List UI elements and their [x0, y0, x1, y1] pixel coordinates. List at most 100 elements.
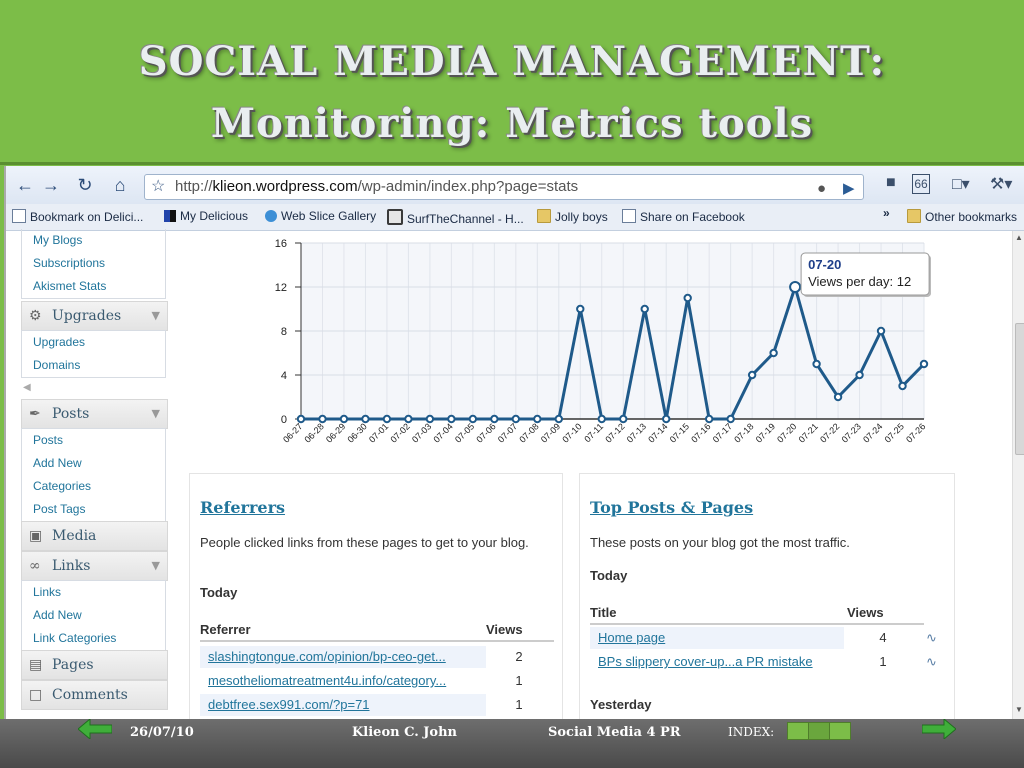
- data-point[interactable]: [404, 414, 413, 424]
- sidebar-item-links[interactable]: Links: [22, 581, 165, 604]
- address-bar[interactable]: ☆ http://klieon.wordpress.com/wp-admin/i…: [144, 174, 864, 200]
- reload-icon[interactable]: ↻: [72, 174, 98, 196]
- page-menu-icon[interactable]: □▾: [952, 174, 970, 194]
- referrers-title[interactable]: Referrers: [200, 498, 285, 517]
- wrench-icon[interactable]: ⚒▾: [990, 174, 1012, 194]
- sidebar-menu-pages[interactable]: ▤ Pages: [21, 650, 168, 680]
- highlighted-data-point[interactable]: [789, 281, 802, 293]
- data-point[interactable]: [468, 414, 478, 424]
- bookmark-surfthechannel[interactable]: SurfTheChannel - H...: [387, 209, 524, 226]
- referrer-link[interactable]: debtfree.sex991.com/?p=71: [200, 694, 370, 716]
- sidebar-item-akismet-stats[interactable]: Akismet Stats: [22, 275, 165, 298]
- page-info-icon[interactable]: ●: [817, 177, 826, 201]
- data-point[interactable]: [619, 414, 628, 424]
- url-prefix: http://: [175, 178, 213, 195]
- sidebar-menu-comments[interactable]: □ Comments: [21, 680, 168, 710]
- scroll-down-arrow-icon[interactable]: ▼: [1015, 705, 1023, 714]
- bookmark-my-delicious[interactable]: My Delicious: [164, 209, 248, 223]
- bookmark-share-facebook[interactable]: Share on Facebook: [622, 209, 745, 224]
- collapse-menu-icon[interactable]: ◀: [23, 382, 31, 393]
- data-point[interactable]: [876, 326, 886, 336]
- data-point[interactable]: [296, 414, 306, 424]
- sidebar-item-posts[interactable]: Posts: [22, 429, 165, 452]
- counter-extension-icon[interactable]: 66: [912, 174, 930, 194]
- bookmark-delicious-share[interactable]: Bookmark on Delici...: [12, 209, 143, 224]
- data-point[interactable]: [597, 414, 606, 424]
- data-point[interactable]: [318, 414, 327, 424]
- more-bookmarks-chevron[interactable]: »: [883, 206, 890, 220]
- sidebar-item-link-categories[interactable]: Link Categories: [22, 627, 165, 650]
- data-point[interactable]: [855, 370, 864, 380]
- home-icon[interactable]: ⌂: [107, 174, 133, 196]
- sidebar-item-my-blogs[interactable]: My Blogs: [22, 229, 165, 252]
- trend-chart-icon[interactable]: ∿: [926, 627, 937, 649]
- data-point[interactable]: [576, 304, 585, 314]
- data-point[interactable]: [898, 381, 907, 391]
- wp-admin-sidebar: My Blogs Subscriptions Akismet Stats ⚙ U…: [6, 229, 170, 719]
- scrollbar-thumb[interactable]: [1015, 323, 1024, 455]
- footer-date: 26/07/10: [130, 725, 194, 740]
- browser-screenshot: ← → ↻ ⌂ ☆ http://klieon.wordpress.com/wp…: [4, 166, 1024, 719]
- tooltip-value: Views per day: 12: [808, 274, 911, 289]
- sidebar-item-domains[interactable]: Domains: [22, 354, 165, 377]
- scroll-up-arrow-icon[interactable]: ▲: [1015, 233, 1023, 242]
- data-point[interactable]: [726, 414, 735, 424]
- top-posts-period-yesterday: Yesterday: [590, 697, 652, 712]
- index-button-first[interactable]: [787, 722, 809, 740]
- page-icon: [12, 209, 26, 223]
- data-point[interactable]: [812, 359, 821, 369]
- other-bookmarks[interactable]: Other bookmarks: [907, 209, 1017, 224]
- index-button-last[interactable]: [829, 722, 851, 740]
- next-slide-arrow-icon[interactable]: [922, 719, 956, 739]
- top-posts-title[interactable]: Top Posts & Pages: [590, 498, 753, 517]
- data-point[interactable]: [704, 414, 714, 424]
- referrer-link[interactable]: slashingtongue.com/opinion/bp-ceo-get...: [200, 646, 446, 668]
- extension-icon[interactable]: ■: [886, 174, 896, 192]
- chevron-down-icon[interactable]: ▼: [152, 400, 160, 428]
- index-button-play[interactable]: [808, 722, 830, 740]
- sidebar-menu-posts[interactable]: ✒ Posts ▼: [21, 399, 168, 429]
- back-icon[interactable]: ←: [12, 174, 38, 196]
- data-point[interactable]: [683, 293, 692, 303]
- sidebar-menu-upgrades[interactable]: ⚙ Upgrades ▼: [21, 301, 168, 331]
- sidebar-item-upgrades[interactable]: Upgrades: [22, 331, 165, 354]
- referrer-link[interactable]: mesotheliomatreatment4u.info/category...: [200, 670, 446, 692]
- chevron-down-icon[interactable]: ▼: [152, 302, 160, 330]
- data-point[interactable]: [447, 414, 456, 424]
- data-point[interactable]: [490, 414, 499, 424]
- sidebar-item-add-new-link[interactable]: Add New: [22, 604, 165, 627]
- previous-slide-arrow-icon[interactable]: [78, 719, 112, 739]
- pages-icon: ▤: [29, 657, 43, 673]
- data-point[interactable]: [662, 414, 671, 424]
- referrer-views: 1: [486, 694, 552, 716]
- data-point[interactable]: [361, 414, 370, 424]
- data-point[interactable]: [511, 414, 521, 424]
- data-point[interactable]: [339, 414, 349, 424]
- sidebar-item-categories[interactable]: Categories: [22, 475, 165, 498]
- bookmark-jolly-boys[interactable]: Jolly boys: [537, 209, 608, 224]
- data-point[interactable]: [382, 414, 392, 424]
- data-point[interactable]: [769, 348, 778, 358]
- post-link[interactable]: Home page: [590, 627, 665, 649]
- data-point[interactable]: [833, 392, 843, 402]
- bookmark-star-icon[interactable]: ☆: [151, 175, 165, 199]
- data-point[interactable]: [919, 359, 929, 369]
- vertical-scrollbar[interactable]: ▲ ▼: [1012, 231, 1024, 719]
- go-icon[interactable]: ▶: [843, 177, 855, 201]
- x-tick-label: 07-09: [539, 421, 562, 444]
- sidebar-item-add-new-post[interactable]: Add New: [22, 452, 165, 475]
- data-point[interactable]: [747, 370, 757, 380]
- sidebar-item-post-tags[interactable]: Post Tags: [22, 498, 165, 521]
- sidebar-menu-media[interactable]: ▣ Media: [21, 521, 168, 551]
- sidebar-menu-links[interactable]: ∞ Links ▼: [21, 551, 168, 581]
- post-link[interactable]: BPs slippery cover-up...a PR mistake: [590, 651, 813, 673]
- sidebar-item-subscriptions[interactable]: Subscriptions: [22, 252, 165, 275]
- data-point[interactable]: [425, 414, 435, 424]
- data-point[interactable]: [640, 304, 649, 314]
- forward-icon[interactable]: →: [38, 174, 64, 196]
- data-point[interactable]: [533, 414, 542, 424]
- chevron-down-icon[interactable]: ▼: [152, 552, 160, 580]
- data-point[interactable]: [554, 414, 563, 424]
- trend-chart-icon[interactable]: ∿: [926, 651, 937, 673]
- bookmark-web-slice[interactable]: Web Slice Gallery: [265, 209, 376, 223]
